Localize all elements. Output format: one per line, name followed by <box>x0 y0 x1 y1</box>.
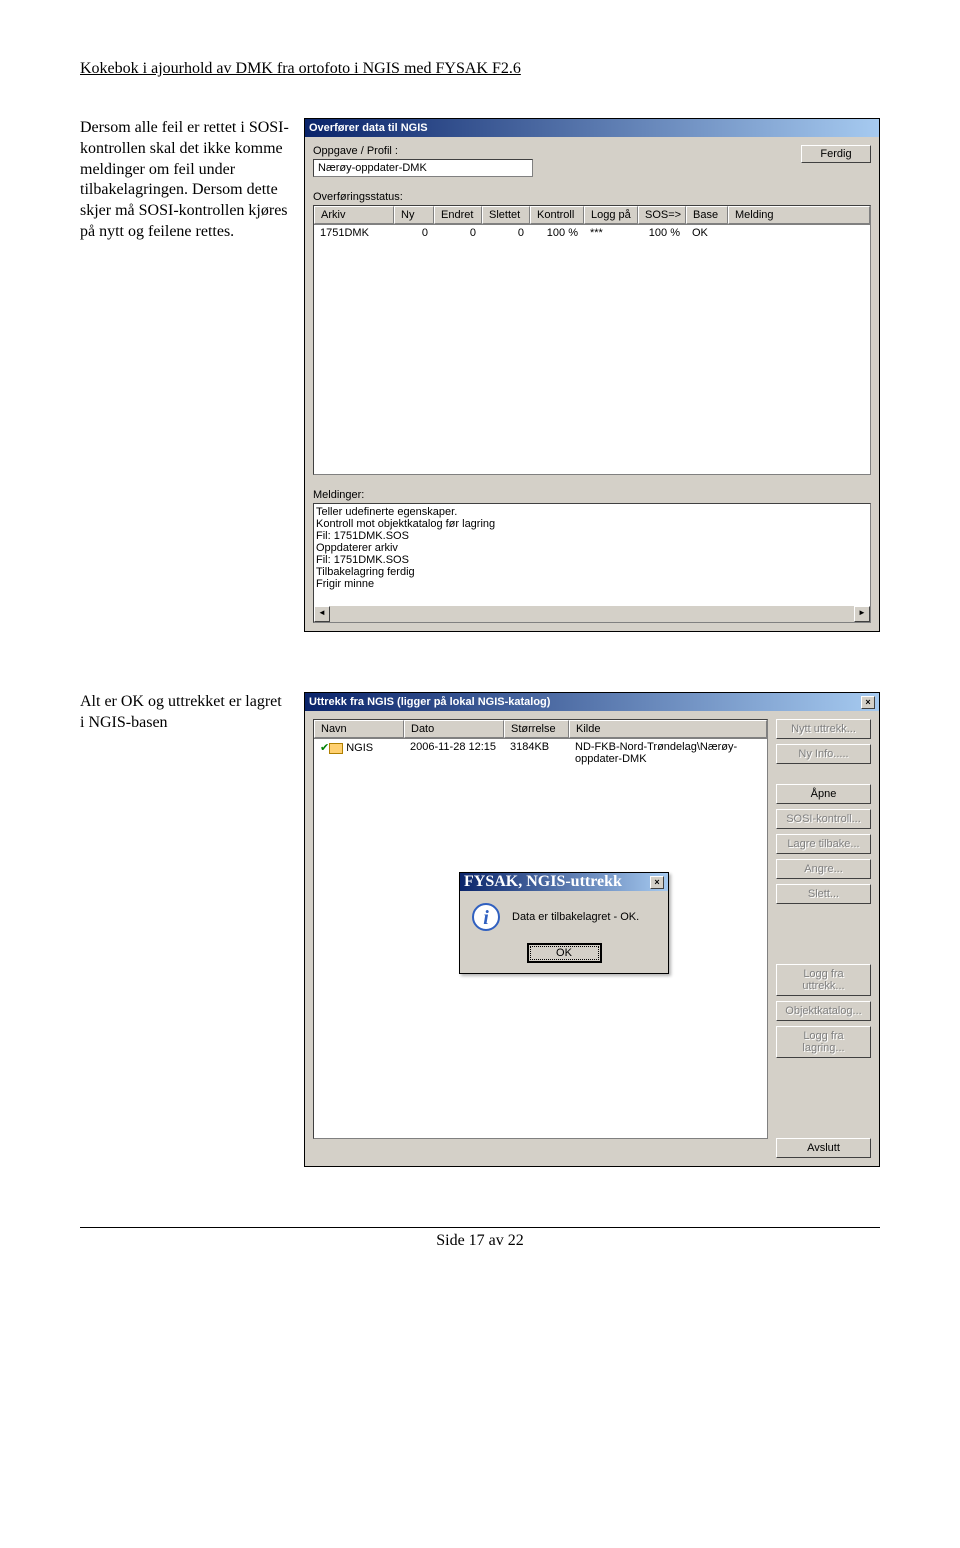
ny-info-button[interactable]: Ny Info..... <box>776 744 871 764</box>
status-table-header: Arkiv Ny Endret Slettet Kontroll Logg på… <box>314 206 870 225</box>
info-messagebox: FYSAK, NGIS-uttrekk × i Data er tilbakel… <box>459 872 669 974</box>
status-table-row: 1751DMK 0 0 0 100 % *** 100 % OK <box>314 225 870 241</box>
logg-lagring-button[interactable]: Logg fra lagring... <box>776 1026 871 1058</box>
lagre-tilbake-button[interactable]: Lagre tilbake... <box>776 834 871 854</box>
close-icon[interactable]: × <box>650 876 664 889</box>
avslutt-button[interactable]: Avslutt <box>776 1138 871 1158</box>
close-icon[interactable]: × <box>861 696 875 709</box>
meldinger-label: Meldinger: <box>313 489 871 501</box>
status-label: Overføringsstatus: <box>313 191 871 203</box>
scroll-right-icon[interactable]: ► <box>854 606 870 622</box>
transfer-dialog-titlebar: Overfører data til NGIS <box>305 119 879 137</box>
oppgave-label: Oppgave / Profil : <box>313 145 533 157</box>
ok-button[interactable]: OK <box>527 943 602 963</box>
apne-button[interactable]: Åpne <box>776 784 871 804</box>
uttrekk-table-header: Navn Dato Størrelse Kilde <box>314 720 767 739</box>
logg-uttrekk-button[interactable]: Logg fra uttrekk... <box>776 964 871 996</box>
slett-button[interactable]: Slett... <box>776 884 871 904</box>
scroll-left-icon[interactable]: ◄ <box>314 606 330 622</box>
transfer-dialog: Overfører data til NGIS Oppgave / Profil… <box>304 118 880 632</box>
msgbox-title: FYSAK, NGIS-uttrekk <box>464 873 622 891</box>
sosi-kontroll-button[interactable]: SOSI-kontroll... <box>776 809 871 829</box>
dialog-title: Uttrekk fra NGIS (ligger på lokal NGIS-k… <box>309 696 550 708</box>
body-text-2: Alt er OK og uttrekket er lagret i NGIS-… <box>80 692 290 734</box>
page-footer: Side 17 av 22 <box>80 1227 880 1250</box>
oppgave-input[interactable] <box>313 159 533 177</box>
nytt-uttrekk-button[interactable]: Nytt uttrekk... <box>776 719 871 739</box>
ferdig-button[interactable]: Ferdig <box>801 145 871 163</box>
angre-button[interactable]: Angre... <box>776 859 871 879</box>
dialog-title: Overfører data til NGIS <box>309 122 428 134</box>
folder-icon <box>329 743 343 754</box>
meldinger-listbox[interactable]: Teller udefinerte egenskaper. Kontroll m… <box>313 503 871 623</box>
info-icon: i <box>472 903 500 931</box>
objektkatalog-button[interactable]: Objektkatalog... <box>776 1001 871 1021</box>
uttrekk-dialog-titlebar: Uttrekk fra NGIS (ligger på lokal NGIS-k… <box>305 693 879 711</box>
msgbox-titlebar: FYSAK, NGIS-uttrekk × <box>460 873 668 891</box>
page-header: Kokebok i ajourhold av DMK fra ortofoto … <box>80 60 880 78</box>
uttrekk-table-row[interactable]: ✔NGIS 2006-11-28 12:15 3184KB ND-FKB-Nor… <box>314 739 767 767</box>
check-icon: ✔ <box>320 742 329 754</box>
body-text-1: Dersom alle feil er rettet i SOSI-kontro… <box>80 118 290 243</box>
msgbox-text: Data er tilbakelagret - OK. <box>512 911 639 923</box>
